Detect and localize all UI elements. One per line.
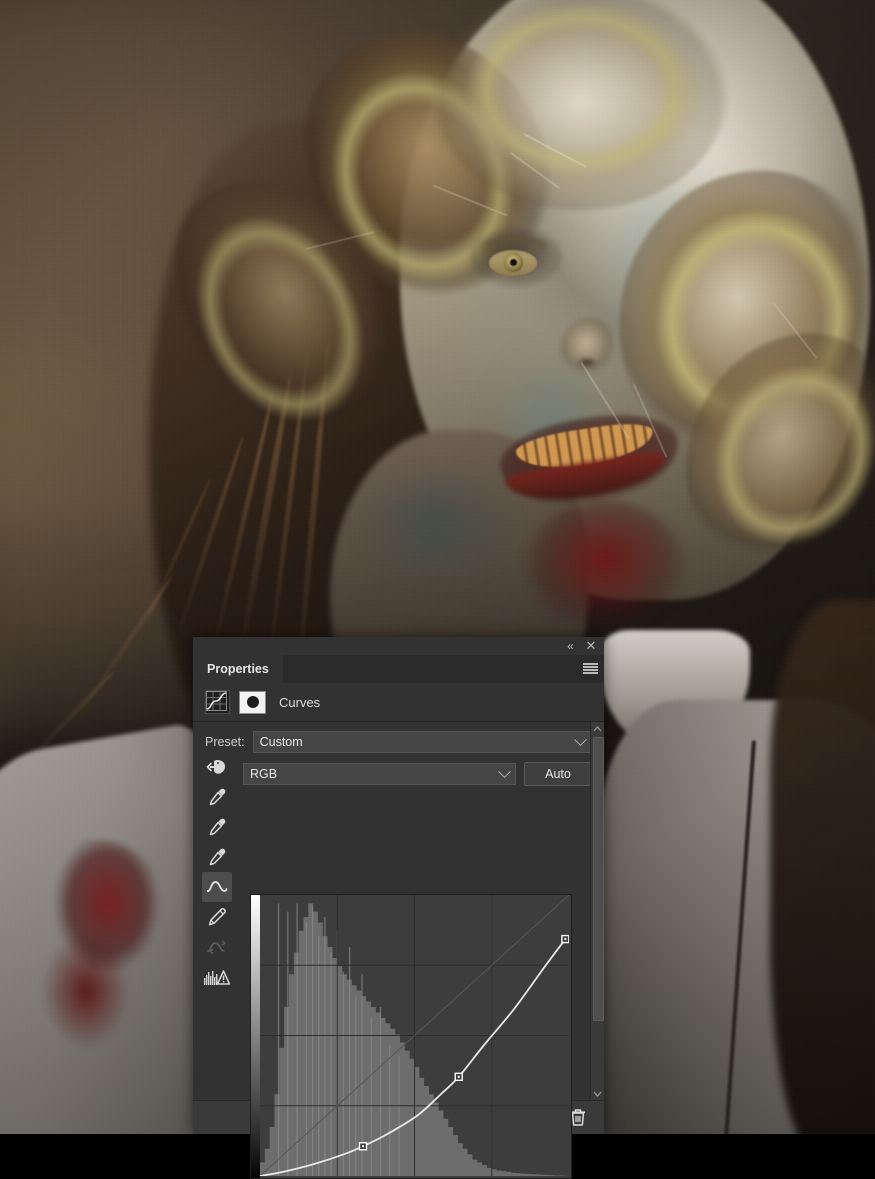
channel-value: RGB — [250, 767, 278, 781]
channel-row: RGB Auto — [193, 762, 604, 786]
pencil-draw-curve-tool-icon[interactable] — [202, 902, 232, 932]
layer-mask-thumbnail[interactable] — [239, 690, 266, 714]
panel-body: Preset: Custom RGB Auto — [193, 722, 604, 1179]
smooth-curve-button-icon — [202, 932, 232, 962]
panel-titlebar[interactable]: « ✕ — [193, 637, 604, 655]
scroll-down-icon[interactable] — [591, 1087, 604, 1100]
scrollbar-thumb[interactable] — [593, 737, 604, 1021]
hair-mass-right — [770, 600, 875, 1134]
preset-value: Custom — [259, 735, 303, 749]
eye-lid — [482, 236, 548, 256]
nose — [560, 318, 622, 384]
preset-row: Preset: Custom — [193, 731, 604, 753]
close-icon[interactable]: ✕ — [583, 638, 599, 654]
black-point-eyedropper-icon[interactable] — [202, 782, 232, 812]
on-image-adjustment-tool-icon[interactable] — [202, 752, 232, 782]
edit-points-curve-tool-icon[interactable] — [202, 872, 232, 902]
curves-icon[interactable] — [205, 690, 230, 714]
eye-pupil — [510, 259, 517, 266]
adjustment-title: Curves — [279, 694, 321, 710]
properties-panel[interactable]: « ✕ Properties Curves Preset: Custom RGB… — [193, 637, 604, 1179]
collapse-icon[interactable]: « — [562, 638, 578, 654]
panel-scrollbar[interactable] — [590, 722, 604, 1100]
chevron-down-icon — [574, 733, 587, 747]
chevron-down-icon — [498, 765, 511, 779]
histogram-clipping-warning-icon[interactable] — [202, 962, 232, 992]
hamburger-menu-icon[interactable] — [583, 663, 598, 674]
white-point-eyedropper-icon[interactable] — [202, 842, 232, 872]
auto-button[interactable]: Auto — [524, 762, 592, 786]
panel-tabstrip[interactable]: Properties — [193, 655, 604, 683]
preset-select[interactable]: Custom — [252, 731, 592, 753]
scroll-up-icon[interactable] — [591, 722, 604, 735]
adjustment-header: Curves — [193, 683, 604, 722]
preset-label: Preset: — [205, 735, 245, 749]
channel-select[interactable]: RGB — [243, 763, 516, 785]
tab-properties[interactable]: Properties — [193, 655, 283, 683]
gray-point-eyedropper-icon[interactable] — [202, 812, 232, 842]
curves-graph[interactable] — [250, 894, 572, 1179]
curves-tool-column[interactable] — [193, 752, 241, 992]
blood-neck — [520, 500, 690, 650]
nostril — [574, 356, 600, 369]
